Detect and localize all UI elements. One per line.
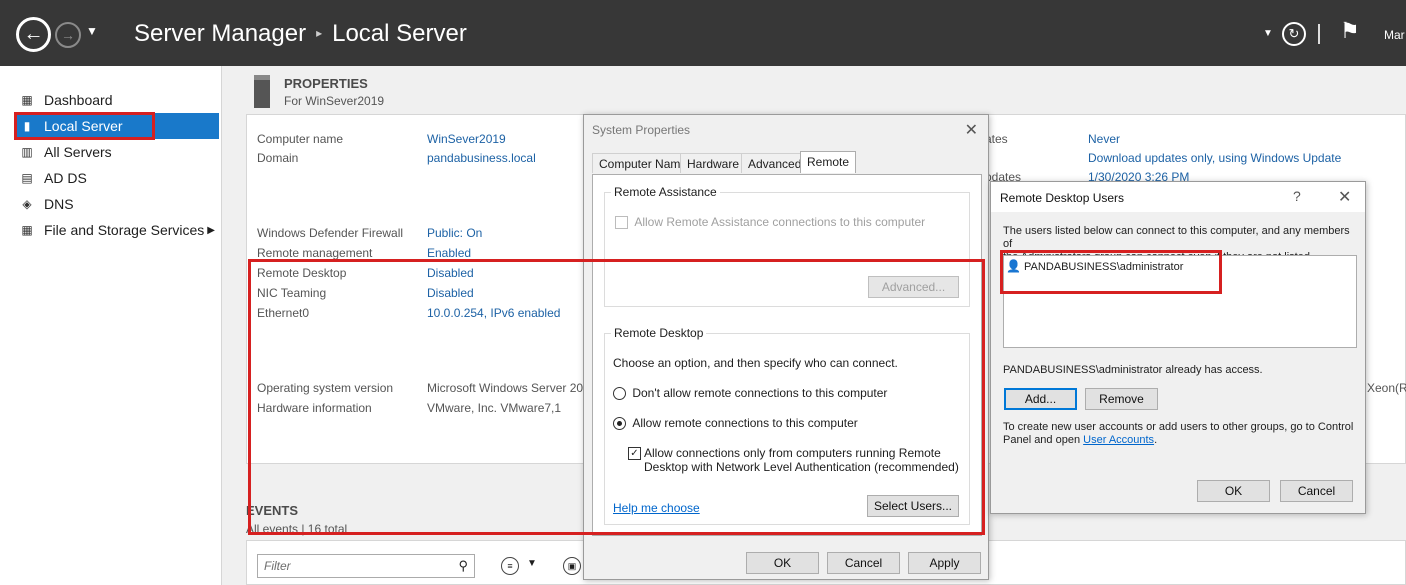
title-bar: ← → ▼ Server Manager ▸ Local Server ▼ ↻ ⚑ … (0, 0, 1406, 66)
close-icon[interactable]: ✕ (1338, 187, 1351, 207)
tab-advanced[interactable]: Advanced (741, 153, 809, 173)
checkbox-icon (615, 216, 628, 230)
remote-assistance-checkbox[interactable]: Allow Remote Assistance connections to t… (615, 215, 926, 230)
ad-ds-icon: ▤ (21, 171, 33, 185)
sidebar-item-label: DNS (44, 196, 74, 212)
sidebar-item-all-servers[interactable]: ▥ All Servers (14, 139, 219, 165)
property-value-link[interactable]: Enabled (427, 246, 471, 260)
property-label: Domain (257, 151, 299, 165)
properties-subtitle: For WinSever2019 (284, 94, 385, 108)
property-value-link[interactable]: WinSever2019 (427, 132, 506, 146)
chevron-down-icon[interactable]: ▼ (527, 558, 537, 569)
footer-line: To create new user accounts or add users… (1003, 421, 1354, 433)
flag-icon[interactable]: ⚑ (1340, 18, 1360, 44)
property-value-link[interactable]: pandabusiness.local (427, 151, 536, 165)
property-value-link[interactable]: Download updates only, using Windows Upd… (1088, 151, 1341, 165)
highlight-box (14, 112, 155, 140)
footer-line: Panel and open (1003, 434, 1084, 446)
cancel-button[interactable]: Cancel (827, 552, 900, 574)
sidebar-item-label: AD DS (44, 170, 87, 186)
close-icon[interactable]: ✕ (965, 120, 978, 140)
sidebar-item-dns[interactable]: ◈ DNS (14, 191, 219, 217)
property-value: Xeon(R (1367, 381, 1406, 395)
dialog-title: Remote Desktop Users (1000, 191, 1125, 205)
footer-suffix: . (1154, 434, 1158, 446)
tab-remote[interactable]: Remote (800, 151, 857, 173)
checkbox-label: Allow Remote Assistance connections to t… (634, 215, 926, 229)
apply-button[interactable]: Apply (908, 552, 981, 574)
sidebar-item-ad-ds[interactable]: ▤ AD DS (14, 165, 219, 191)
tab-hardware[interactable]: Hardware (680, 153, 747, 173)
property-label: Computer name (257, 132, 344, 146)
cancel-button[interactable]: Cancel (1280, 480, 1353, 502)
ok-button[interactable]: OK (746, 552, 819, 574)
toolbar-divider (1318, 24, 1320, 44)
property-value-link[interactable]: Public: On (427, 226, 482, 240)
tab-computer-name[interactable]: Computer Name (592, 153, 695, 173)
property-label: Remote management (257, 246, 373, 260)
dns-icon: ◈ (22, 197, 32, 211)
servers-icon: ▥ (21, 145, 33, 159)
remove-button[interactable]: Remove (1085, 388, 1158, 410)
filter-placeholder: Filter (264, 559, 291, 573)
history-dropdown-icon[interactable]: ▼ (86, 24, 98, 38)
add-button[interactable]: Add... (1004, 388, 1077, 410)
tab-strip: Computer Name Hardware Advanced Remote (592, 151, 982, 175)
back-arrow-icon[interactable]: ← (16, 17, 51, 52)
dashboard-icon: ▦ (21, 93, 33, 107)
property-label: Windows Defender Firewall (257, 226, 404, 240)
description-line: The users listed below can connect to th… (1003, 225, 1350, 250)
server-properties-icon (254, 75, 270, 108)
sidebar: ▦ Dashboard ▮ Local Server ▥ All Servers… (0, 66, 222, 585)
search-icon[interactable]: ⚲ (458, 558, 468, 574)
ok-button[interactable]: OK (1197, 480, 1270, 502)
save-query-icon[interactable]: ▣ (563, 557, 581, 575)
page-title: Local Server (332, 20, 467, 47)
highlight-box (248, 259, 985, 535)
help-icon[interactable]: ? (1293, 188, 1301, 204)
properties-title: PROPERTIES (284, 76, 368, 91)
notifications-dropdown-icon[interactable]: ▼ (1263, 28, 1273, 39)
sidebar-item-label: All Servers (44, 144, 112, 160)
footer-text: To create new user accounts or add users… (1003, 421, 1361, 447)
sidebar-item-file-storage[interactable]: ▦ File and Storage Services ▶ (14, 217, 219, 243)
storage-icon: ▦ (21, 223, 33, 237)
app-name: Server Manager (134, 20, 307, 47)
sidebar-item-label: File and Storage Services (44, 222, 205, 238)
property-value-link[interactable]: Never (1088, 132, 1120, 146)
refresh-icon[interactable]: ↻ (1282, 22, 1306, 46)
user-accounts-link[interactable]: User Accounts (1083, 434, 1154, 446)
filter-input[interactable]: Filter ⚲ (257, 554, 475, 578)
sidebar-item-dashboard[interactable]: ▦ Dashboard (14, 87, 219, 113)
dialog-title: System Properties (592, 123, 691, 137)
list-options-icon[interactable]: ≡ (501, 557, 519, 575)
sidebar-item-label: Dashboard (44, 92, 113, 108)
highlight-box (1000, 250, 1222, 294)
manage-menu[interactable]: Mar (1384, 28, 1405, 42)
group-label: Remote Assistance (611, 185, 720, 199)
breadcrumb: Server Manager ▸ Local Server (134, 20, 467, 48)
forward-arrow-icon[interactable]: → (55, 22, 81, 48)
remote-desktop-users-dialog: Remote Desktop Users ? ✕ The users liste… (990, 181, 1366, 514)
chevron-right-icon[interactable]: ▶ (207, 225, 215, 236)
access-note: PANDABUSINESS\administrator already has … (1003, 364, 1263, 376)
breadcrumb-separator-icon: ▸ (316, 26, 323, 40)
